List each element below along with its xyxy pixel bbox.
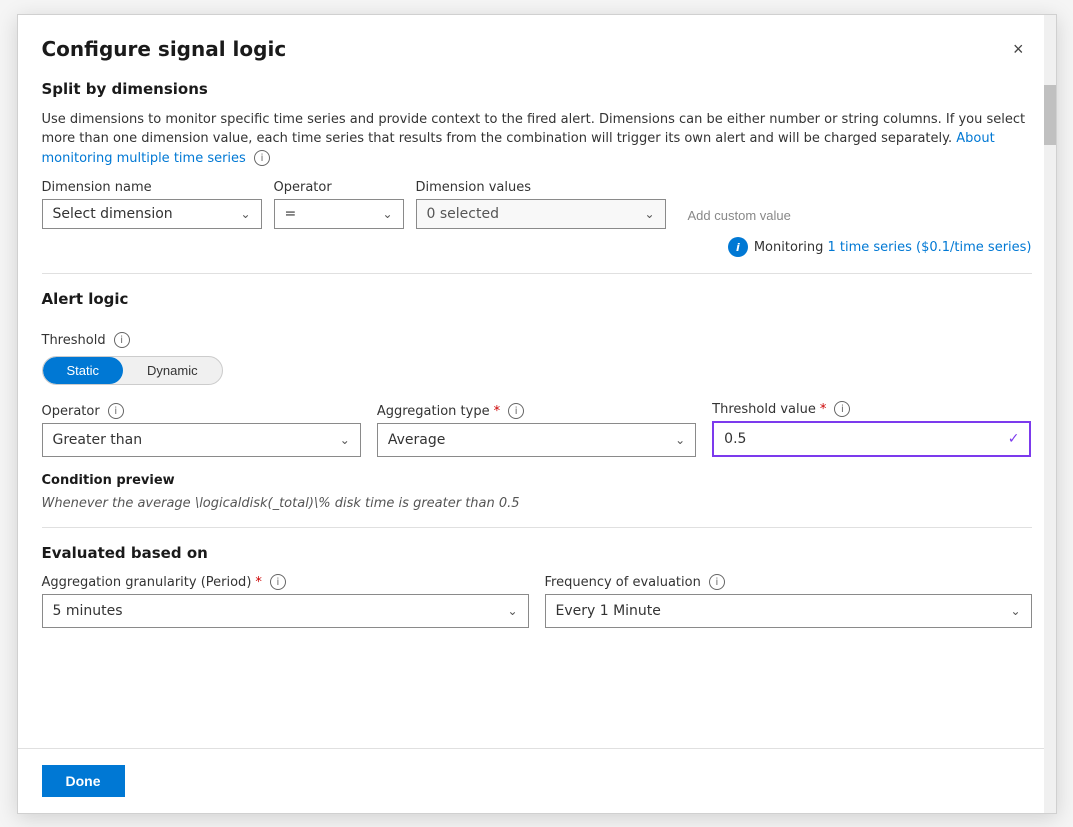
alert-logic-section: Alert logic Threshold i Static Dynamic — [42, 290, 1032, 457]
alert-logic-header: Alert logic — [42, 290, 1032, 320]
aggregation-field-group: Aggregation type * i Average ⌄ — [377, 403, 696, 457]
frequency-field-group: Frequency of evaluation i Every 1 Minute… — [545, 574, 1032, 628]
split-info-text: Use dimensions to monitor specific time … — [42, 110, 1032, 169]
threshold-label-text: Threshold — [42, 333, 106, 348]
threshold-required-star: * — [820, 402, 827, 417]
dimension-name-chevron: ⌄ — [240, 207, 250, 221]
divider-2 — [42, 527, 1032, 528]
dim-values-chevron: ⌄ — [644, 207, 654, 221]
split-section-title: Split by dimensions — [42, 80, 1032, 98]
monitoring-info-row: i Monitoring 1 time series ($0.1/time se… — [42, 237, 1032, 257]
modal-body: Split by dimensions Use dimensions to mo… — [18, 80, 1056, 748]
operator-field-group: Operator i Greater than ⌄ — [42, 403, 361, 457]
dim-name-label: Dimension name — [42, 180, 262, 195]
scrollbar-thumb[interactable] — [1044, 85, 1056, 145]
threshold-value-info-icon[interactable]: i — [834, 401, 850, 417]
period-field-group: Aggregation granularity (Period) * i 5 m… — [42, 574, 529, 628]
threshold-info-icon[interactable]: i — [114, 332, 130, 348]
dim-values-label: Dimension values — [416, 180, 666, 195]
operator-field-info-icon[interactable]: i — [108, 403, 124, 419]
period-chevron: ⌄ — [507, 604, 517, 618]
period-label-text: Aggregation granularity (Period) — [42, 575, 252, 590]
dynamic-toggle-button[interactable]: Dynamic — [123, 357, 222, 384]
monitoring-series-link[interactable]: 1 time series ($0.1/time series) — [827, 240, 1031, 255]
aggregation-field-label-text: Aggregation type — [377, 404, 490, 419]
threshold-value-label: Threshold value * i — [712, 401, 1031, 417]
threshold-value-input[interactable]: 0.5 ✓ — [712, 421, 1031, 457]
threshold-label: Threshold i — [42, 332, 1032, 348]
evaluated-fields-row: Aggregation granularity (Period) * i 5 m… — [42, 574, 1032, 628]
alert-fields-row: Operator i Greater than ⌄ Aggregation ty… — [42, 401, 1032, 457]
period-field-label: Aggregation granularity (Period) * i — [42, 574, 529, 590]
period-required-star: * — [255, 575, 262, 590]
aggregation-info-icon[interactable]: i — [508, 403, 524, 419]
operator-value: = — [285, 206, 297, 222]
dim-values-select[interactable]: 0 selected ⌄ — [416, 199, 666, 229]
modal-header: Configure signal logic × — [18, 15, 1056, 80]
operator-chevron: ⌄ — [382, 207, 392, 221]
threshold-value-field-group: Threshold value * i 0.5 ✓ — [712, 401, 1031, 457]
modal-overlay: Configure signal logic × Split by dimens… — [0, 0, 1073, 827]
dimensions-row: Dimension name Select dimension ⌄ Operat… — [42, 180, 1032, 229]
operator-col: Operator = ⌄ — [274, 180, 404, 229]
period-info-icon[interactable]: i — [270, 574, 286, 590]
operator-label: Operator — [274, 180, 404, 195]
operator-field-select[interactable]: Greater than ⌄ — [42, 423, 361, 457]
operator-select[interactable]: = ⌄ — [274, 199, 404, 229]
threshold-section: Threshold i Static Dynamic — [42, 332, 1032, 385]
condition-preview-text: Whenever the average \logicaldisk(_total… — [42, 496, 1032, 511]
frequency-select[interactable]: Every 1 Minute ⌄ — [545, 594, 1032, 628]
static-toggle-button[interactable]: Static — [43, 357, 124, 384]
condition-preview-title: Condition preview — [42, 473, 1032, 488]
frequency-field-label: Frequency of evaluation i — [545, 574, 1032, 590]
frequency-chevron: ⌄ — [1010, 604, 1020, 618]
threshold-check-icon: ✓ — [1008, 431, 1020, 447]
configure-signal-modal: Configure signal logic × Split by dimens… — [17, 14, 1057, 814]
dimension-name-select[interactable]: Select dimension ⌄ — [42, 199, 262, 229]
scrollbar-track[interactable] — [1044, 15, 1056, 813]
dim-values-value: 0 selected — [427, 206, 499, 222]
split-by-dimensions-section: Split by dimensions Use dimensions to mo… — [42, 80, 1032, 258]
monitoring-info-icon: i — [728, 237, 748, 257]
dimension-name-value: Select dimension — [53, 206, 173, 222]
monitoring-text: Monitoring 1 time series ($0.1/time seri… — [754, 240, 1032, 255]
monitoring-link-info-icon[interactable]: i — [254, 150, 270, 166]
evaluated-section: Evaluated based on Aggregation granulari… — [42, 544, 1032, 628]
operator-field-label-text: Operator — [42, 404, 100, 419]
frequency-info-icon[interactable]: i — [709, 574, 725, 590]
aggregation-field-label: Aggregation type * i — [377, 403, 696, 419]
threshold-value-label-text: Threshold value — [712, 402, 816, 417]
condition-preview-section: Condition preview Whenever the average \… — [42, 473, 1032, 511]
period-select[interactable]: 5 minutes ⌄ — [42, 594, 529, 628]
evaluated-title: Evaluated based on — [42, 544, 1032, 562]
divider-1 — [42, 273, 1032, 274]
modal-footer: Done — [18, 748, 1056, 813]
aggregation-field-select[interactable]: Average ⌄ — [377, 423, 696, 457]
modal-title: Configure signal logic — [42, 37, 287, 61]
done-button[interactable]: Done — [42, 765, 125, 797]
aggregation-field-chevron: ⌄ — [675, 433, 685, 447]
operator-field-value: Greater than — [53, 432, 143, 448]
add-custom-value-button[interactable]: Add custom value — [678, 202, 801, 229]
close-button[interactable]: × — [1005, 35, 1032, 64]
info-text-content: Use dimensions to monitor specific time … — [42, 112, 1026, 147]
operator-field-label: Operator i — [42, 403, 361, 419]
frequency-label-text: Frequency of evaluation — [545, 575, 701, 590]
aggregation-required-star: * — [494, 404, 501, 419]
period-value: 5 minutes — [53, 603, 123, 619]
dim-values-col: Dimension values 0 selected ⌄ — [416, 180, 666, 229]
alert-logic-title: Alert logic — [42, 290, 129, 308]
operator-field-chevron: ⌄ — [340, 433, 350, 447]
threshold-value-text: 0.5 — [724, 431, 746, 447]
threshold-toggle-group[interactable]: Static Dynamic — [42, 356, 223, 385]
frequency-value: Every 1 Minute — [556, 603, 661, 619]
dimension-name-col: Dimension name Select dimension ⌄ — [42, 180, 262, 229]
aggregation-field-value: Average — [388, 432, 446, 448]
